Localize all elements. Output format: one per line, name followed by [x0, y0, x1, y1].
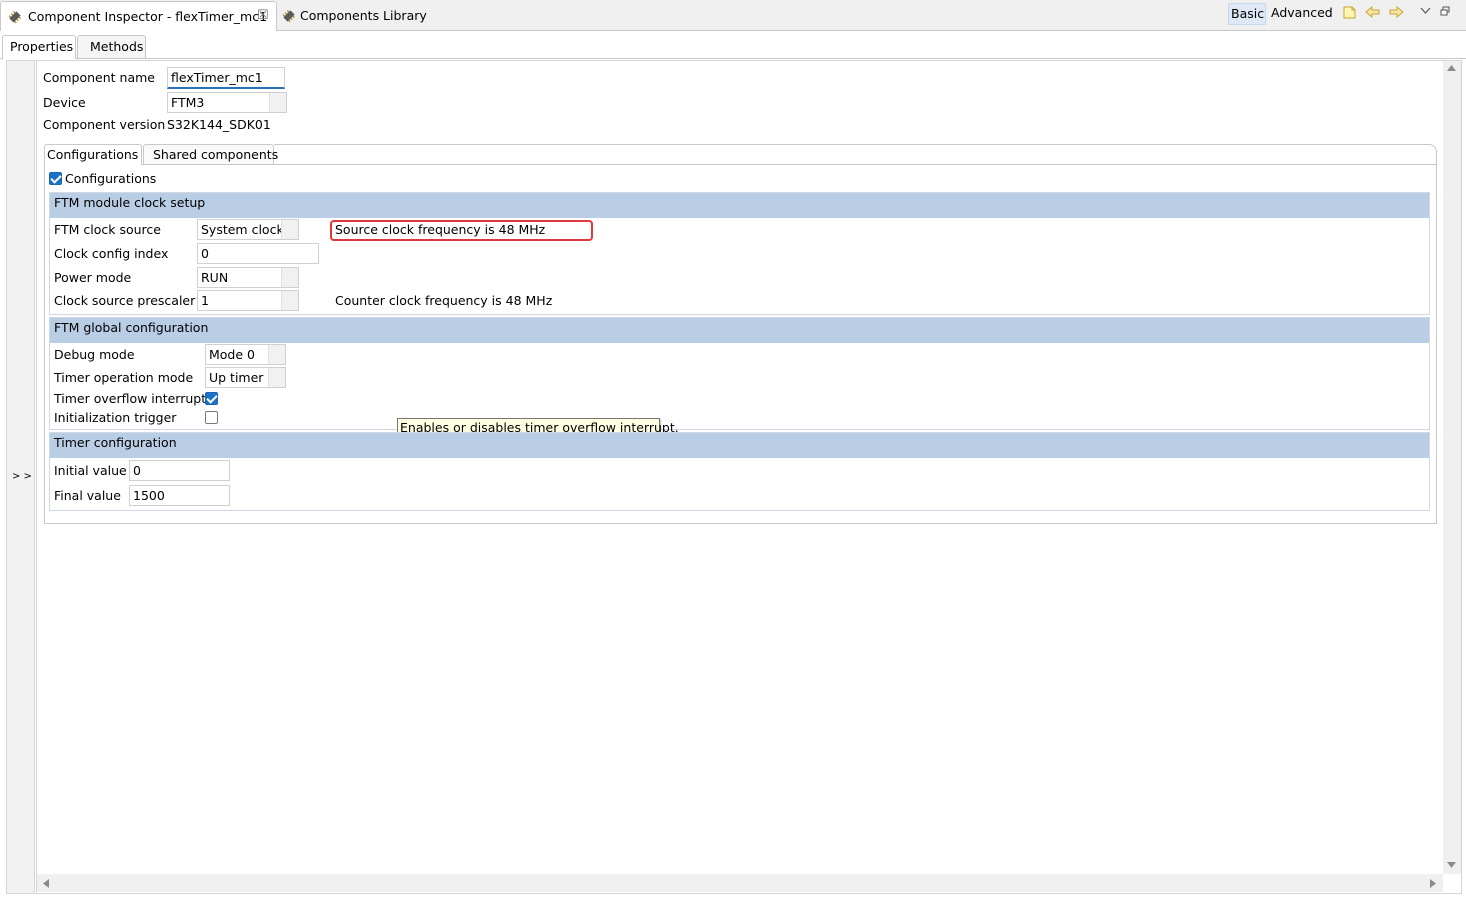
scroll-right-icon[interactable]: [1430, 879, 1437, 888]
advanced-mode-button[interactable]: Advanced: [1271, 5, 1333, 21]
configurations-checkbox[interactable]: [49, 172, 62, 185]
configurations-checkbox-label: Configurations: [65, 171, 157, 186]
tab-properties[interactable]: Properties: [2, 35, 76, 59]
dropdown-arrow-icon[interactable]: [281, 220, 298, 239]
config-tab-strip: [274, 144, 1437, 165]
dropdown-arrow-icon[interactable]: [281, 268, 298, 287]
timer-config-group: Timer configuration: [49, 432, 1430, 511]
subtab-divider: [0, 58, 1466, 59]
initialization-trigger-label: Initialization trigger: [54, 410, 177, 425]
expand-panel-button[interactable]: > >: [12, 469, 32, 485]
component-name-label: Component name: [43, 70, 155, 85]
power-mode-select[interactable]: RUN: [197, 267, 299, 288]
restore-window-icon[interactable]: [1440, 6, 1450, 16]
basic-mode-button[interactable]: Basic: [1228, 3, 1266, 25]
tab-shared-components-label: Shared components: [153, 147, 279, 162]
power-mode-label: Power mode: [54, 270, 132, 285]
collapsed-side-panel: > >: [6, 60, 35, 894]
tab-methods[interactable]: Methods: [77, 35, 146, 58]
initial-value-input[interactable]: 0: [129, 460, 230, 481]
tab-properties-label: Properties: [10, 39, 74, 54]
component-version-label: Component version: [43, 117, 166, 132]
clock-config-index-label: Clock config index: [54, 246, 169, 261]
scroll-down-icon[interactable]: [1447, 862, 1456, 869]
tab-configurations[interactable]: Configurations: [44, 144, 142, 165]
component-name-value: flexTimer_mc1: [171, 70, 263, 85]
component-chip-icon: [282, 10, 295, 23]
basic-mode-label: Basic: [1231, 6, 1265, 21]
dropdown-arrow-icon[interactable]: [268, 368, 285, 387]
forward-arrow-icon[interactable]: [1389, 5, 1404, 19]
timer-config-title: Timer configuration: [50, 433, 1429, 458]
ftm-clock-source-value: System clock: [201, 222, 284, 237]
tab-shared-components[interactable]: Shared components: [143, 144, 278, 164]
dropdown-arrow-icon[interactable]: [281, 291, 298, 310]
component-name-input[interactable]: flexTimer_mc1: [167, 67, 285, 89]
ftm-clock-source-label: FTM clock source: [54, 222, 161, 237]
tab-methods-label: Methods: [90, 39, 144, 54]
clock-prescaler-value: 1: [201, 293, 209, 308]
tab-components-library-label: Components Library: [300, 8, 427, 23]
timer-operation-mode-value: Up timer: [209, 370, 264, 385]
final-value-value: 1500: [133, 488, 165, 503]
close-icon[interactable]: ☒: [257, 8, 269, 24]
initialization-trigger-checkbox[interactable]: [205, 411, 218, 424]
clock-prescaler-label: Clock source prescaler: [54, 293, 196, 308]
source-clock-frequency-text: Source clock frequency is 48 MHz: [335, 222, 546, 237]
initial-value-label: Initial value: [54, 463, 127, 478]
clock-setup-title: FTM module clock setup: [50, 193, 1429, 218]
scroll-up-icon[interactable]: [1447, 65, 1456, 72]
power-mode-value: RUN: [201, 270, 229, 285]
dropdown-arrow-icon[interactable]: [268, 345, 285, 364]
scroll-left-icon[interactable]: [43, 879, 50, 888]
timer-overflow-interrupt-label: Timer overflow interrupt: [54, 391, 207, 406]
device-label: Device: [43, 95, 86, 110]
component-version-value: S32K144_SDK01: [167, 117, 271, 132]
clock-config-index-input[interactable]: 0: [197, 243, 319, 264]
new-note-icon[interactable]: [1342, 5, 1357, 20]
component-chip-icon: [8, 11, 21, 24]
global-config-title: FTM global configuration: [50, 318, 1429, 343]
view-menu-chevron-icon[interactable]: [1420, 7, 1431, 15]
clock-config-index-value: 0: [201, 246, 209, 261]
timer-operation-mode-label: Timer operation mode: [54, 370, 194, 385]
tab-component-inspector[interactable]: Component Inspector - flexTimer_mc1 ☒: [0, 1, 277, 31]
device-select[interactable]: FTM3: [167, 92, 287, 113]
debug-mode-label: Debug mode: [54, 347, 135, 362]
clock-prescaler-select[interactable]: 1: [197, 290, 299, 311]
initial-value-value: 0: [133, 463, 141, 478]
final-value-label: Final value: [54, 488, 121, 503]
horizontal-scrollbar[interactable]: [37, 874, 1443, 892]
debug-mode-select[interactable]: Mode 0: [205, 344, 286, 365]
tab-configurations-label: Configurations: [47, 147, 139, 162]
dropdown-arrow-icon[interactable]: [269, 93, 286, 112]
tab-components-library[interactable]: Components Library: [278, 4, 438, 30]
back-arrow-icon[interactable]: [1365, 5, 1380, 19]
ftm-clock-source-select[interactable]: System clock: [197, 219, 299, 240]
timer-operation-mode-select[interactable]: Up timer: [205, 367, 286, 388]
counter-clock-frequency-text: Counter clock frequency is 48 MHz: [335, 293, 553, 308]
final-value-input[interactable]: 1500: [129, 485, 230, 506]
tab-component-inspector-label: Component Inspector - flexTimer_mc1: [28, 9, 268, 24]
debug-mode-value: Mode 0: [209, 347, 255, 362]
device-value: FTM3: [171, 95, 205, 110]
timer-overflow-interrupt-checkbox[interactable]: [205, 392, 218, 405]
vertical-scrollbar[interactable]: [1443, 61, 1461, 874]
